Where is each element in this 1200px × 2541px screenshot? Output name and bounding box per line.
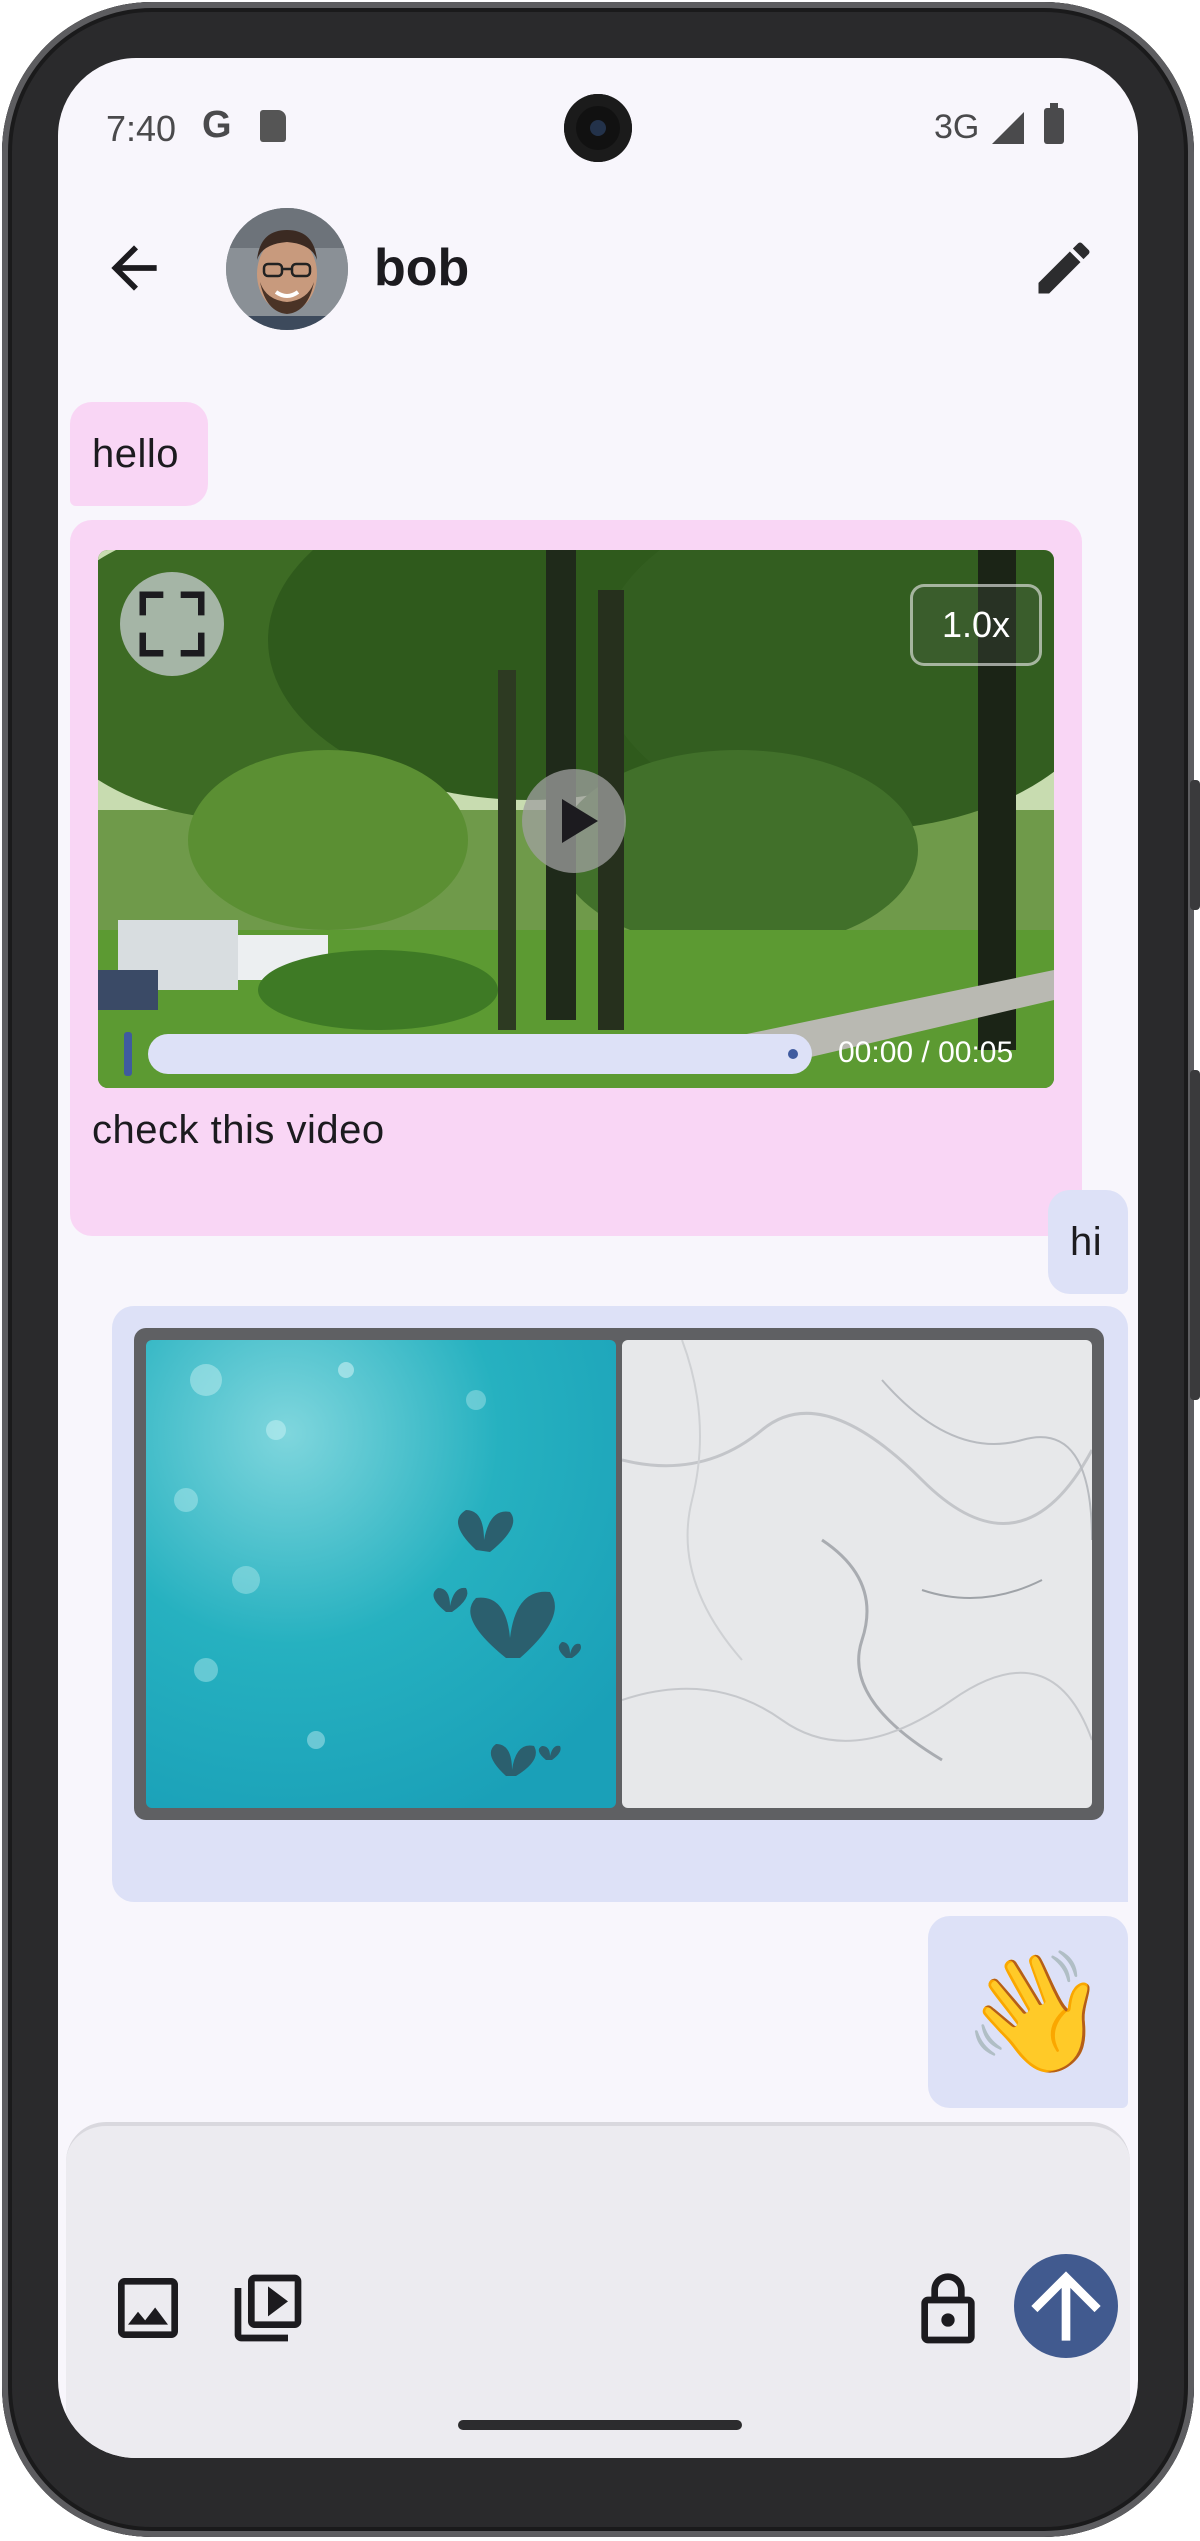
image-icon[interactable] [108,2268,188,2348]
lock-icon[interactable] [908,2270,988,2350]
white-marble-picture [622,1340,1092,1808]
emoji-message-bubble[interactable]: 👋 [928,1916,1128,2108]
top-app-bar: bob [58,198,1138,338]
signal-icon [992,112,1024,144]
play-button[interactable] [522,769,626,873]
wave-emoji: 👋 [962,1943,1109,2081]
fullscreen-icon [139,591,205,657]
video-caption: check this video [92,1108,385,1152]
message-text: hello [92,432,180,476]
status-bar: 7:40 G 3G [58,58,1138,198]
status-time: 7:40 [106,108,177,149]
video-time: 00:00 / 00:05 [838,1036,1014,1069]
battery-icon [1044,103,1064,144]
network-type: 3G [934,108,980,146]
arrow-back-icon[interactable] [100,234,168,302]
google-icon: G [202,104,232,146]
teal-butterflies-picture [146,1340,616,1808]
playback-speed-button[interactable]: 1.0x [910,584,1042,666]
video-message-bubble[interactable]: 1.0x 00:00 / 00:05 check this video [70,520,1082,1236]
volume-button [1190,1070,1200,1400]
power-button [1190,780,1200,910]
video-seek-bar[interactable] [148,1034,812,1074]
home-indicator[interactable] [458,2420,742,2430]
message-bubble-incoming[interactable]: hello [70,402,208,506]
contact-name[interactable]: bob [374,238,469,298]
avatar-photo [226,208,348,330]
video-library-icon[interactable] [228,2268,308,2348]
fullscreen-button[interactable] [120,572,224,676]
progress-start-marker [124,1032,132,1076]
teal-butterflies-image[interactable] [146,1340,616,1808]
send-button[interactable] [1014,2254,1118,2358]
sd-card-icon [260,110,286,142]
image-collage [134,1328,1104,1820]
white-marble-image[interactable] [622,1340,1092,1808]
screen: 7:40 G 3G bob hello 1.0x 00:00 / 00:05 c… [58,58,1138,2458]
image-message-bubble[interactable] [112,1306,1128,1902]
send-arrow-icon [1031,2271,1101,2341]
video-player[interactable]: 1.0x 00:00 / 00:05 [98,550,1054,1088]
avatar[interactable] [226,208,348,330]
message-text: hi [1070,1220,1103,1264]
front-camera [564,94,632,162]
message-bubble-outgoing[interactable]: hi [1048,1190,1128,1294]
edit-pencil-icon[interactable] [1030,234,1098,302]
